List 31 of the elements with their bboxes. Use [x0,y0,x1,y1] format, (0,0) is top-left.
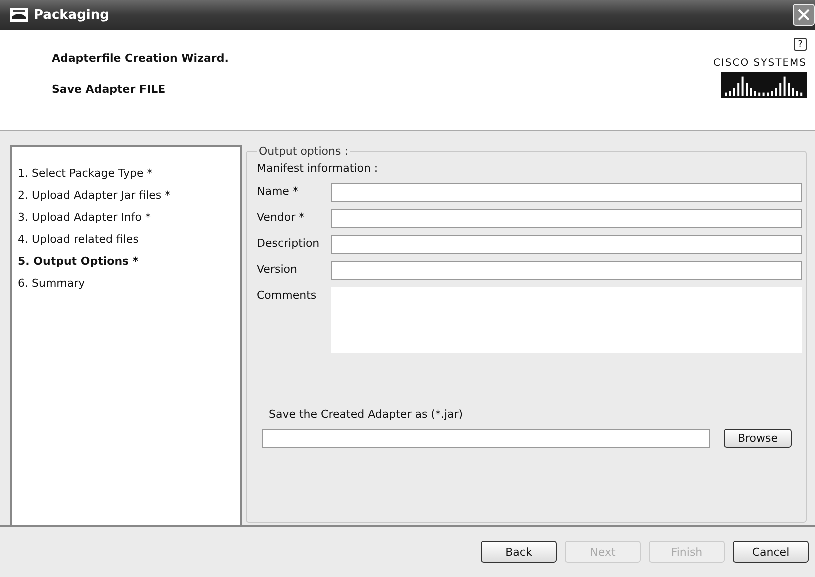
file-path-field[interactable] [262,429,710,448]
input-field[interactable] [331,261,802,280]
wizard-title: Adapterfile Creation Wizard. [52,52,229,65]
step-item: 5. Output Options * [18,255,140,268]
group-legend: Output options : [257,145,350,158]
step-item: 4. Upload related files [18,233,140,246]
close-icon [798,9,810,21]
close-button[interactable] [793,4,815,26]
step-item: 6. Summary [18,277,86,290]
step-item: 2. Upload Adapter Jar files * [18,189,172,202]
save-label: Save the Created Adapter as (*.jar) [269,408,464,421]
help-button[interactable]: ? [794,38,807,51]
browse-button[interactable]: Browse [724,429,792,448]
wizard-button[interactable]: Back [481,541,557,563]
step-item: 1. Select Package Type * [18,167,154,180]
window-title: Packaging [34,8,110,22]
field-label: Vendor * [257,210,306,226]
app-icon [10,8,28,22]
input-field[interactable] [331,235,802,254]
section-label: Manifest information : [257,162,380,175]
field-label: Description [257,236,321,252]
wizard-button[interactable]: Cancel [733,541,809,563]
field-label: Version [257,262,298,278]
field-label: Comments [257,288,318,304]
step-item: 3. Upload Adapter Info * [18,211,152,224]
wizard-subtitle: Save Adapter FILE [52,83,167,96]
input-field[interactable] [331,209,802,228]
brand-name: CISCO SYSTEMS [713,58,807,69]
logo-icon [721,72,807,98]
field-label: Name * [257,184,300,200]
input-field[interactable] [331,183,802,202]
